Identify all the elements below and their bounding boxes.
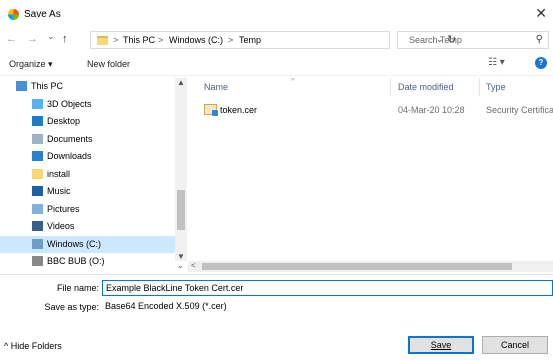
sidebar-item-pictures[interactable]: Pictures <box>0 201 175 218</box>
cancel-button-label: Cancel <box>500 340 529 350</box>
file-row[interactable]: token.cer 04-Mar-20 10:28 Security Certi… <box>188 102 553 118</box>
sidebar-item-label: This PC <box>31 81 64 91</box>
file-name-input[interactable]: Example BlackLine Token Cert.cer <box>102 280 553 296</box>
address-row: ← → ⌄ ↑ > This PC > Windows (C:) > Temp … <box>0 28 553 54</box>
back-arrow-icon[interactable]: ← <box>6 33 17 45</box>
column-header-date-modified[interactable]: Date modified <box>398 82 454 92</box>
save-button-label: Save <box>430 340 452 350</box>
scroll-left-icon[interactable]: < <box>191 261 196 270</box>
folder-icon <box>32 168 43 179</box>
file-list: Name ^ Date modified Type token.cer 04-M… <box>188 78 553 261</box>
sidebar-item-videos[interactable]: Videos <box>0 218 175 235</box>
organize-menu-button[interactable]: Organize ▾ <box>9 59 53 70</box>
recent-locations-chevron-icon[interactable]: ⌄ <box>47 31 55 42</box>
view-options-icon[interactable]: ☷ ▾ <box>488 57 505 68</box>
computer-icon <box>16 81 27 91</box>
breadcrumb-separator: > <box>228 35 234 45</box>
save-form: File name: Example BlackLine Token Cert.… <box>0 274 553 360</box>
sidebar-item-3d-objects[interactable]: 3D Objects <box>0 96 175 113</box>
sidebar-item-this-pc[interactable]: This PC <box>0 78 175 95</box>
save-as-type-select[interactable]: Base64 Encoded X.509 (*.cer) <box>102 299 553 315</box>
sidebar-item-install[interactable]: install <box>0 166 175 183</box>
sidebar-item-windows-c[interactable]: Windows (C:) <box>0 235 175 253</box>
horizontal-scrollbar-thumb[interactable] <box>202 263 512 270</box>
sidebar-item-label: Desktop <box>47 116 81 126</box>
folder-icon <box>97 36 108 45</box>
sidebar-item-label: Downloads <box>47 151 92 161</box>
sidebar-item-desktop[interactable]: Desktop <box>0 113 175 130</box>
help-icon[interactable]: ? <box>535 57 547 69</box>
forward-arrow-icon[interactable]: → <box>27 33 38 45</box>
window-title: Save As <box>24 9 61 20</box>
column-divider[interactable] <box>479 78 480 96</box>
new-folder-button[interactable]: New folder <box>87 59 130 69</box>
column-divider[interactable] <box>390 78 391 96</box>
music-icon <box>32 186 43 196</box>
sidebar-item-label: Pictures <box>47 203 80 214</box>
search-placeholder: Search Temp <box>409 35 462 45</box>
scroll-up-icon[interactable]: ▲ <box>177 78 185 87</box>
file-name: token.cer <box>220 105 258 115</box>
save-as-type-value: Base64 Encoded X.509 (*.cer) <box>105 301 227 311</box>
drive-icon <box>32 256 43 266</box>
cancel-button[interactable]: Cancel <box>482 336 548 354</box>
sidebar-item-label: Videos <box>47 221 75 231</box>
sort-ascending-icon: ^ <box>291 78 295 85</box>
hide-folders-button[interactable]: ^ Hide Folders <box>4 341 62 351</box>
close-icon[interactable]: ✕ <box>535 5 547 22</box>
sidebar-item-label: Windows (C:) <box>47 238 102 249</box>
save-button[interactable]: Save <box>408 336 474 354</box>
breadcrumb-windows-c[interactable]: Windows (C:) <box>169 35 223 45</box>
scrollbar-thumb[interactable] <box>177 190 185 230</box>
sidebar-item-label: Music <box>47 186 71 196</box>
sidebar-item-label: BBC BUB (O:) <box>47 256 105 266</box>
drive-icon <box>32 238 43 249</box>
certificate-file-icon <box>204 104 218 116</box>
video-icon <box>32 221 43 231</box>
sidebar-item-downloads[interactable]: Downloads <box>0 148 175 165</box>
document-icon <box>32 133 43 144</box>
sidebar-item-bbc-bub-o[interactable]: BBC BUB (O:) <box>0 253 175 268</box>
sidebar-item-label: Documents <box>47 133 93 144</box>
sidebar-item-label: 3D Objects <box>47 98 92 109</box>
command-toolbar: Organize ▾ New folder ☷ ▾ ? <box>0 54 553 76</box>
sidebar-item-music[interactable]: Music <box>0 183 175 200</box>
column-header-type[interactable]: Type <box>486 82 506 92</box>
save-as-type-label: Save as type: <box>44 302 99 312</box>
sidebar-item-documents[interactable]: Documents <box>0 131 175 148</box>
file-date-modified: 04-Mar-20 10:28 <box>398 105 465 115</box>
breadcrumb-separator: > <box>113 35 119 45</box>
search-icon: ⚲ <box>535 34 543 45</box>
breadcrumb-separator: > <box>158 35 164 45</box>
file-name-value: Example BlackLine Token Cert.cer <box>106 283 244 293</box>
up-arrow-icon[interactable]: ↑ <box>62 33 68 45</box>
search-input[interactable]: Search Temp ⚲ <box>397 31 549 49</box>
nav-scroll-down-icon[interactable]: ⌄ <box>177 261 184 270</box>
scroll-down-icon[interactable]: ▼ <box>177 252 185 261</box>
address-bar[interactable]: > This PC > Windows (C:) > Temp ⌄ ↻ <box>90 31 456 49</box>
file-list-horizontal-scrollbar[interactable]: < <box>188 261 553 272</box>
breadcrumb-temp[interactable]: Temp <box>239 35 261 45</box>
navigation-pane: This PC 3D Objects Desktop Documents Downloa… <box>0 78 187 268</box>
desktop-icon <box>32 116 43 126</box>
file-type: Security Certifica <box>486 105 553 115</box>
app-icon <box>8 9 19 20</box>
breadcrumb-this-pc[interactable]: This PC <box>123 35 155 45</box>
pictures-icon <box>32 203 43 214</box>
title-bar: Save As ✕ <box>0 0 553 28</box>
nav-pane-scrollbar[interactable]: ▲ ▼ <box>175 78 187 261</box>
file-name-label: File name: <box>56 283 99 293</box>
sidebar-item-label: install <box>47 168 71 179</box>
column-header-name[interactable]: Name <box>204 82 228 92</box>
cube-icon <box>32 98 43 109</box>
download-icon <box>32 151 43 161</box>
